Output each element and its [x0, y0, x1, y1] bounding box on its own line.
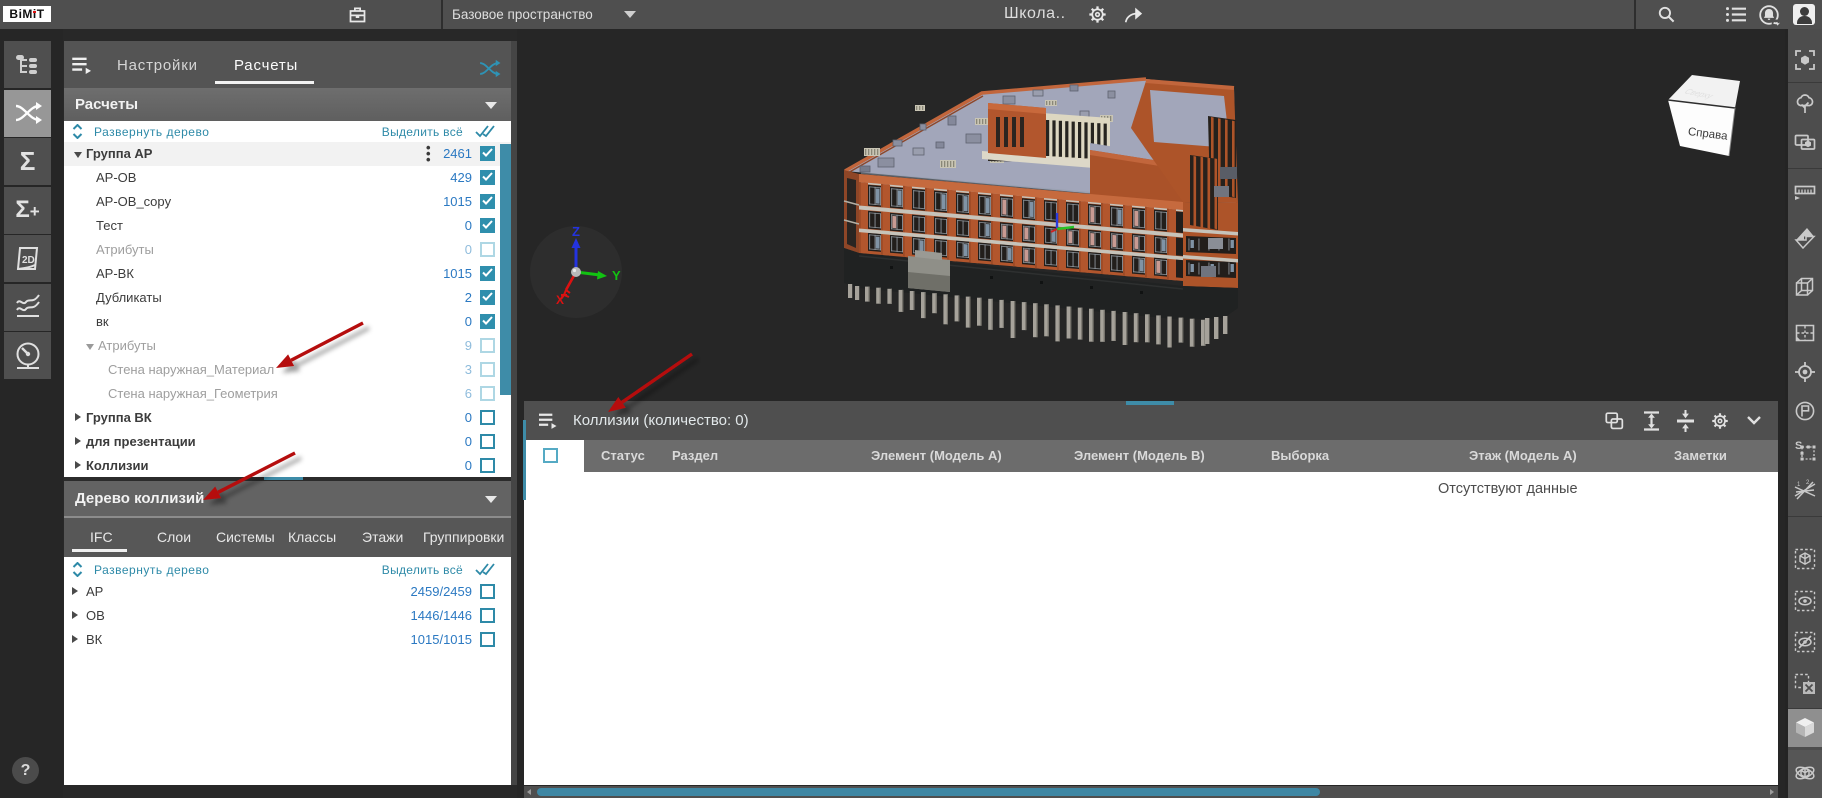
svg-text:2D: 2D — [22, 255, 35, 266]
svg-text:Y: Y — [612, 268, 621, 283]
svg-text:X: X — [556, 293, 564, 307]
svg-text:Z: Z — [572, 224, 580, 239]
svg-text:1: 1 — [1797, 482, 1801, 488]
